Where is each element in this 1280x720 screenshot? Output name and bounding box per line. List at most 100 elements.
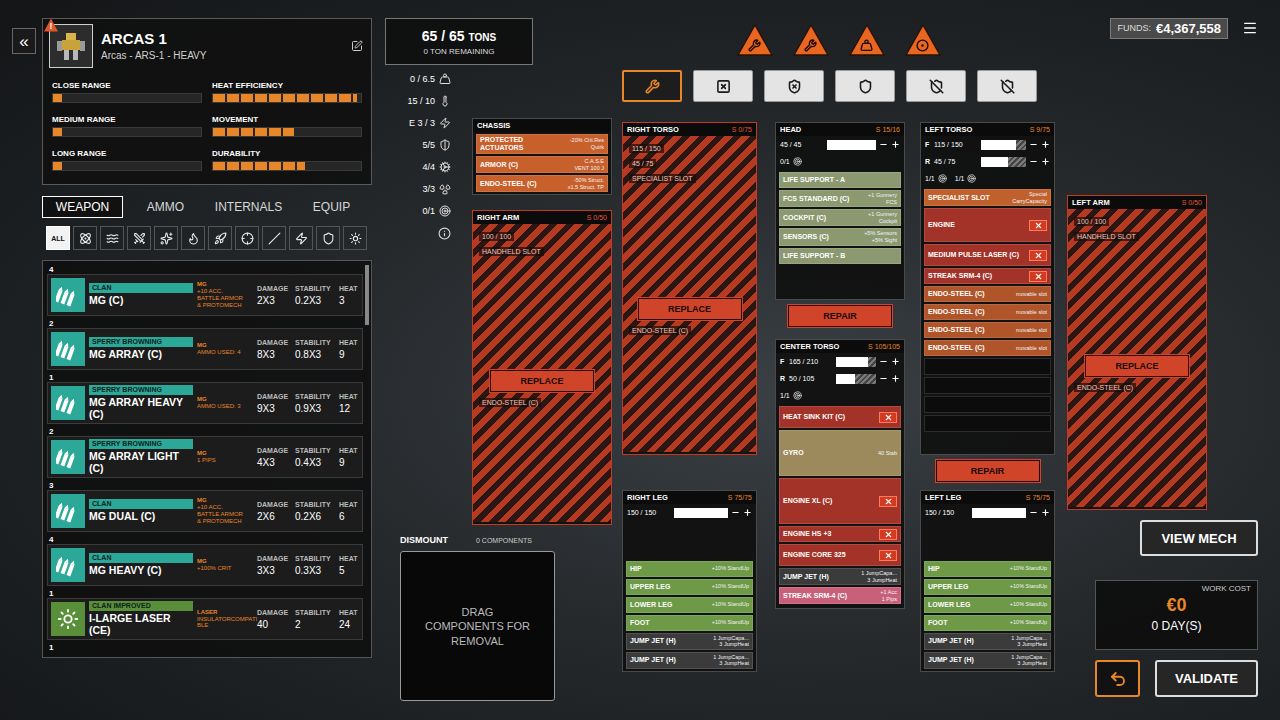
slot-item[interactable]: STREAK SRM-4 (C)+1 Acc1 Pips [779, 587, 901, 604]
weapon-card[interactable]: CLANMG HEAVY (C)MG+100% CRITDAMAGE3X3STA… [47, 544, 363, 586]
filter-button[interactable] [208, 226, 232, 250]
weapon-card[interactable]: CLAN IMPROVEDI-LARGE LASER (CE)LASERINSU… [47, 598, 363, 640]
slot-item[interactable]: LIFE SUPPORT - B [779, 248, 901, 264]
tab[interactable]: WEAPON [42, 196, 123, 218]
slot-filter-button[interactable] [693, 70, 753, 102]
edit-icon[interactable] [351, 40, 363, 52]
slot-item[interactable]: JUMP JET (H)1 JumpCapa...3 JumpHeat [779, 568, 901, 585]
minus-icon[interactable] [879, 140, 888, 149]
slot-item[interactable]: PROTECTED ACTUATORS-20% Crit.ResQuirk [476, 134, 608, 154]
slot-item[interactable]: HIP+10% StandUp [924, 561, 1051, 577]
replace-button[interactable]: REPLACE [1085, 355, 1189, 377]
slot-item[interactable]: LOWER LEG+10% StandUp [626, 597, 753, 613]
remove-button[interactable] [879, 529, 897, 540]
slot-item[interactable]: FOOT+10% StandUp [924, 615, 1051, 631]
slot-item[interactable]: ENDO-STEEL (C)movable slot [924, 286, 1051, 302]
weapon-card[interactable]: SPERRY BROWNINGMG ARRAY LIGHT (C)MG1 PIP… [47, 436, 363, 478]
tab[interactable]: AMMO [125, 196, 206, 218]
armor-bar[interactable] [827, 140, 876, 150]
filter-button[interactable] [262, 226, 286, 250]
empty-slot[interactable] [924, 415, 1051, 432]
slot-item[interactable]: ENDO-STEEL (C)movable slot [924, 340, 1051, 356]
drop-zone[interactable]: DRAG COMPONENTS FOR REMOVAL [400, 551, 555, 701]
minus-icon[interactable] [731, 508, 740, 517]
warning[interactable] [736, 22, 774, 58]
minus-icon[interactable] [1029, 157, 1038, 166]
slot-item[interactable]: ENDO-STEEL (C)movable slot [924, 304, 1051, 320]
slot-item[interactable]: STREAK SRM-4 (C) [924, 268, 1051, 284]
slot-item[interactable]: HIP+10% StandUp [626, 561, 753, 577]
weapon-card[interactable]: CLANMG DUAL (C)MG+10 ACC.BATTLE ARMOR& P… [47, 490, 363, 532]
scrollbar[interactable] [365, 265, 369, 653]
tab[interactable]: EQUIP [291, 196, 372, 218]
plus-icon[interactable] [891, 140, 900, 149]
remove-button[interactable] [879, 496, 897, 507]
armor-bar[interactable] [972, 508, 1026, 518]
slot-item[interactable]: JUMP JET (H)1 JumpCapa...3 JumpHeat [924, 633, 1051, 650]
filter-button[interactable] [100, 226, 124, 250]
slot-item[interactable]: UPPER LEG+10% StandUp [924, 579, 1051, 595]
empty-slot[interactable] [924, 396, 1051, 413]
minus-icon[interactable] [879, 374, 888, 383]
slot-filter-button[interactable] [835, 70, 895, 102]
back-button[interactable]: « [12, 28, 36, 54]
empty-slot[interactable] [924, 377, 1051, 394]
filter-button[interactable] [235, 226, 259, 250]
armor-bar[interactable] [981, 140, 1026, 150]
filter-button[interactable] [154, 226, 178, 250]
slot-item[interactable]: UPPER LEG+10% StandUp [626, 579, 753, 595]
remove-button[interactable] [1029, 250, 1047, 261]
scrollbar-thumb[interactable] [365, 265, 369, 325]
warning[interactable] [848, 22, 886, 58]
slot-item[interactable]: ARMOR (C)C.A.S.EVENT 100 J [476, 156, 608, 173]
slot-filter-button[interactable] [622, 70, 682, 102]
plus-icon[interactable] [1041, 508, 1050, 517]
minus-icon[interactable] [879, 357, 888, 366]
info-icon[interactable] [438, 227, 451, 240]
weapon-card[interactable]: SPERRY BROWNINGMG ARRAY (C)MGAMMO USED: … [47, 328, 363, 370]
slot-item[interactable]: MEDIUM PULSE LASER (C) [924, 244, 1051, 266]
remove-button[interactable] [1029, 271, 1047, 282]
plus-icon[interactable] [891, 374, 900, 383]
slot-item[interactable]: FCS STANDARD (C)+1 GunneryFCS [779, 190, 901, 207]
slot-item[interactable]: JUMP JET (H)1 JumpCapa...3 JumpHeat [626, 652, 753, 669]
undo-button[interactable] [1095, 660, 1140, 697]
filter-button[interactable] [289, 226, 313, 250]
remove-button[interactable] [879, 412, 897, 423]
minus-icon[interactable] [1029, 508, 1038, 517]
slot-item[interactable]: ENDO-STEEL (C)movable slot [924, 322, 1051, 338]
repair-button[interactable]: REPAIR [936, 460, 1040, 482]
warning[interactable] [904, 22, 942, 58]
replace-button[interactable]: REPLACE [490, 370, 594, 392]
tab[interactable]: INTERNALS [208, 196, 289, 218]
armor-bar[interactable] [836, 357, 876, 367]
armor-bar[interactable] [981, 157, 1026, 167]
empty-slot[interactable] [924, 358, 1051, 375]
slot-item[interactable]: COCKPIT (C)+1 GunneryCockpit [779, 209, 901, 226]
slot-item[interactable]: JUMP JET (H)1 JumpCapa...3 JumpHeat [626, 633, 753, 650]
slot-item[interactable]: ENDO-STEEL (C)-50% Struct.x1.5 Struct. T… [476, 175, 608, 192]
repair-button[interactable]: REPAIR [788, 305, 892, 327]
filter-button[interactable]: ALL [46, 226, 70, 250]
slot-item[interactable]: SPECIALIST SLOTSpecialCarryCapacity [924, 189, 1051, 206]
slot-item[interactable]: ENGINE XL (C) [779, 478, 901, 524]
slot-item[interactable]: LOWER LEG+10% StandUp [924, 597, 1051, 613]
slot-filter-button[interactable] [977, 70, 1037, 102]
plus-icon[interactable] [1041, 140, 1050, 149]
slot-item[interactable]: FOOT+10% StandUp [626, 615, 753, 631]
remove-button[interactable] [1029, 220, 1047, 231]
slot-item[interactable]: ENGINE CORE 325 [779, 544, 901, 566]
plus-icon[interactable] [891, 357, 900, 366]
slot-item[interactable]: ENGINE HS +3 [779, 526, 901, 542]
filter-button[interactable] [316, 226, 340, 250]
armor-bar[interactable] [836, 374, 876, 384]
menu-icon[interactable] [1242, 20, 1258, 36]
slot-item[interactable]: HEAT SINK KIT (C) [779, 406, 901, 428]
armor-bar[interactable] [674, 508, 728, 518]
slot-item[interactable]: SENSORS (C)+5% Sensors+5% Sight [779, 228, 901, 245]
slot-item[interactable]: JUMP JET (H)1 JumpCapa...3 JumpHeat [924, 652, 1051, 669]
weapon-card[interactable]: CLANMG (C)MG+10 ACC.BATTLE ARMOR& PROTOM… [47, 274, 363, 316]
validate-button[interactable]: VALIDATE [1155, 660, 1258, 697]
replace-button[interactable]: REPLACE [638, 298, 742, 320]
remove-button[interactable] [879, 550, 897, 561]
